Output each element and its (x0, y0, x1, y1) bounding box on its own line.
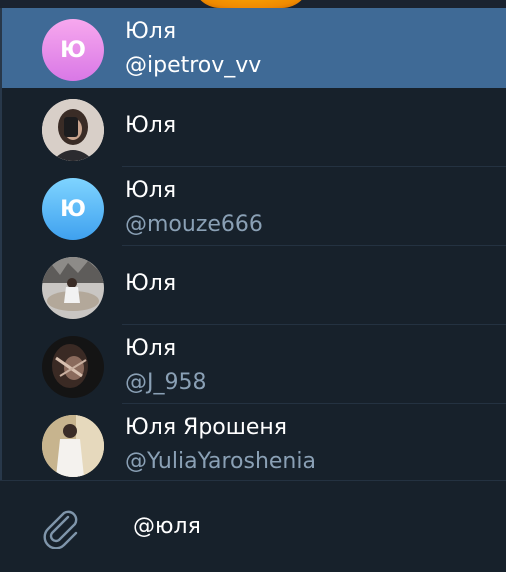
top-orange-shape (192, 0, 310, 8)
mention-name: Юля (125, 178, 177, 203)
mention-suggestion-list: Ю Юля @ipetrov_vv Юля Ю Юля @mouze666 Юл… (0, 8, 506, 480)
message-input[interactable]: @юля (133, 513, 201, 541)
avatar-photo (42, 257, 104, 319)
mention-item[interactable]: Юля (2, 88, 506, 167)
mention-item-selected[interactable]: Ю Юля @ipetrov_vv (2, 8, 506, 88)
mention-name: Юля (125, 271, 177, 296)
mention-item[interactable]: Юля (2, 246, 506, 325)
mention-item[interactable]: Юля Ярошеня @YuliaYaroshenia (2, 404, 506, 483)
mention-handle: @mouze666 (125, 212, 263, 237)
mention-handle: @YuliaYaroshenia (125, 449, 316, 474)
mention-name: Юля (125, 19, 177, 44)
mention-name: Юля (125, 113, 177, 138)
avatar-photo (42, 336, 104, 398)
mention-item[interactable]: Юля @J_958 (2, 325, 506, 404)
message-composer: @юля (0, 480, 506, 572)
mention-name: Юля (125, 336, 177, 361)
avatar-photo (42, 99, 104, 161)
mention-handle: @J_958 (125, 370, 207, 395)
avatar-photo (42, 415, 104, 477)
mention-handle: @ipetrov_vv (125, 53, 262, 78)
avatar: Ю (42, 19, 104, 81)
paperclip-icon[interactable] (38, 505, 82, 550)
avatar-letter: Ю (60, 196, 86, 222)
avatar-letter: Ю (60, 37, 86, 63)
avatar: Ю (42, 178, 104, 240)
mention-item[interactable]: Ю Юля @mouze666 (2, 167, 506, 246)
mention-name: Юля Ярошеня (125, 415, 288, 440)
